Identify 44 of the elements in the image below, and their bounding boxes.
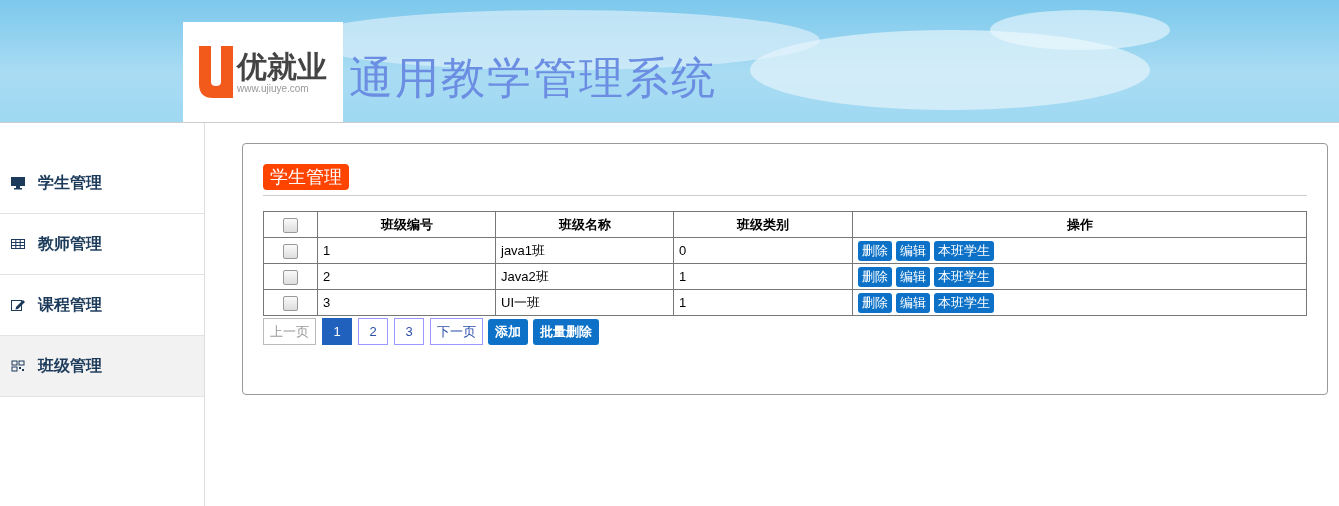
table-cell: 2 — [317, 263, 496, 290]
row-checkbox[interactable] — [283, 295, 298, 311]
page-button[interactable]: 1 — [322, 318, 352, 345]
sidebar-item[interactable]: 班级管理 — [0, 336, 204, 397]
row-action-button[interactable]: 删除 — [858, 292, 892, 313]
row-action-button[interactable]: 本班学生 — [934, 266, 994, 287]
page-button[interactable]: 3 — [394, 318, 424, 345]
row-action-button[interactable]: 本班学生 — [934, 240, 994, 261]
select-all-checkbox[interactable] — [283, 217, 298, 233]
edit-icon — [10, 297, 26, 313]
row-checkbox[interactable] — [283, 243, 298, 259]
logo-icon — [199, 46, 233, 98]
column-header: 操作 — [852, 211, 1307, 238]
table-cell: 0 — [673, 237, 853, 264]
toolbar-button[interactable]: 添加 — [488, 318, 528, 345]
app-title: 通用教学管理系统 — [349, 51, 717, 105]
row-action-button[interactable]: 编辑 — [896, 292, 930, 313]
column-header: 班级类别 — [673, 211, 853, 238]
table-cell: 1 — [673, 263, 853, 290]
next-page-button[interactable]: 下一页 — [430, 318, 483, 345]
monitor-icon — [10, 175, 26, 191]
column-header: 班级编号 — [317, 211, 496, 238]
page-button[interactable]: 2 — [358, 318, 388, 345]
column-header: 班级名称 — [495, 211, 674, 238]
table-cell: java1班 — [495, 237, 674, 264]
table-cell: Java2班 — [495, 263, 674, 290]
row-action-button[interactable]: 本班学生 — [934, 292, 994, 313]
table-cell: 1 — [673, 289, 853, 316]
sidebar-item[interactable]: 学生管理 — [0, 153, 204, 214]
toolbar-button[interactable]: 批量删除 — [533, 318, 599, 345]
row-action-button[interactable]: 编辑 — [896, 266, 930, 287]
logo-url: www.ujiuye.com — [237, 82, 310, 94]
logo-brand: 优就业 — [237, 50, 327, 83]
row-action-button[interactable]: 删除 — [858, 240, 892, 261]
row-action-button[interactable]: 删除 — [858, 266, 892, 287]
table-cell: 3 — [317, 289, 496, 316]
table-icon — [10, 236, 26, 252]
table-cell: UI一班 — [495, 289, 674, 316]
sidebar-item[interactable]: 教师管理 — [0, 214, 204, 275]
table-cell: 1 — [317, 237, 496, 264]
row-checkbox[interactable] — [283, 269, 298, 285]
row-action-button[interactable]: 编辑 — [896, 240, 930, 261]
panel-heading: 学生管理 — [263, 164, 349, 190]
grid-icon — [10, 358, 26, 374]
